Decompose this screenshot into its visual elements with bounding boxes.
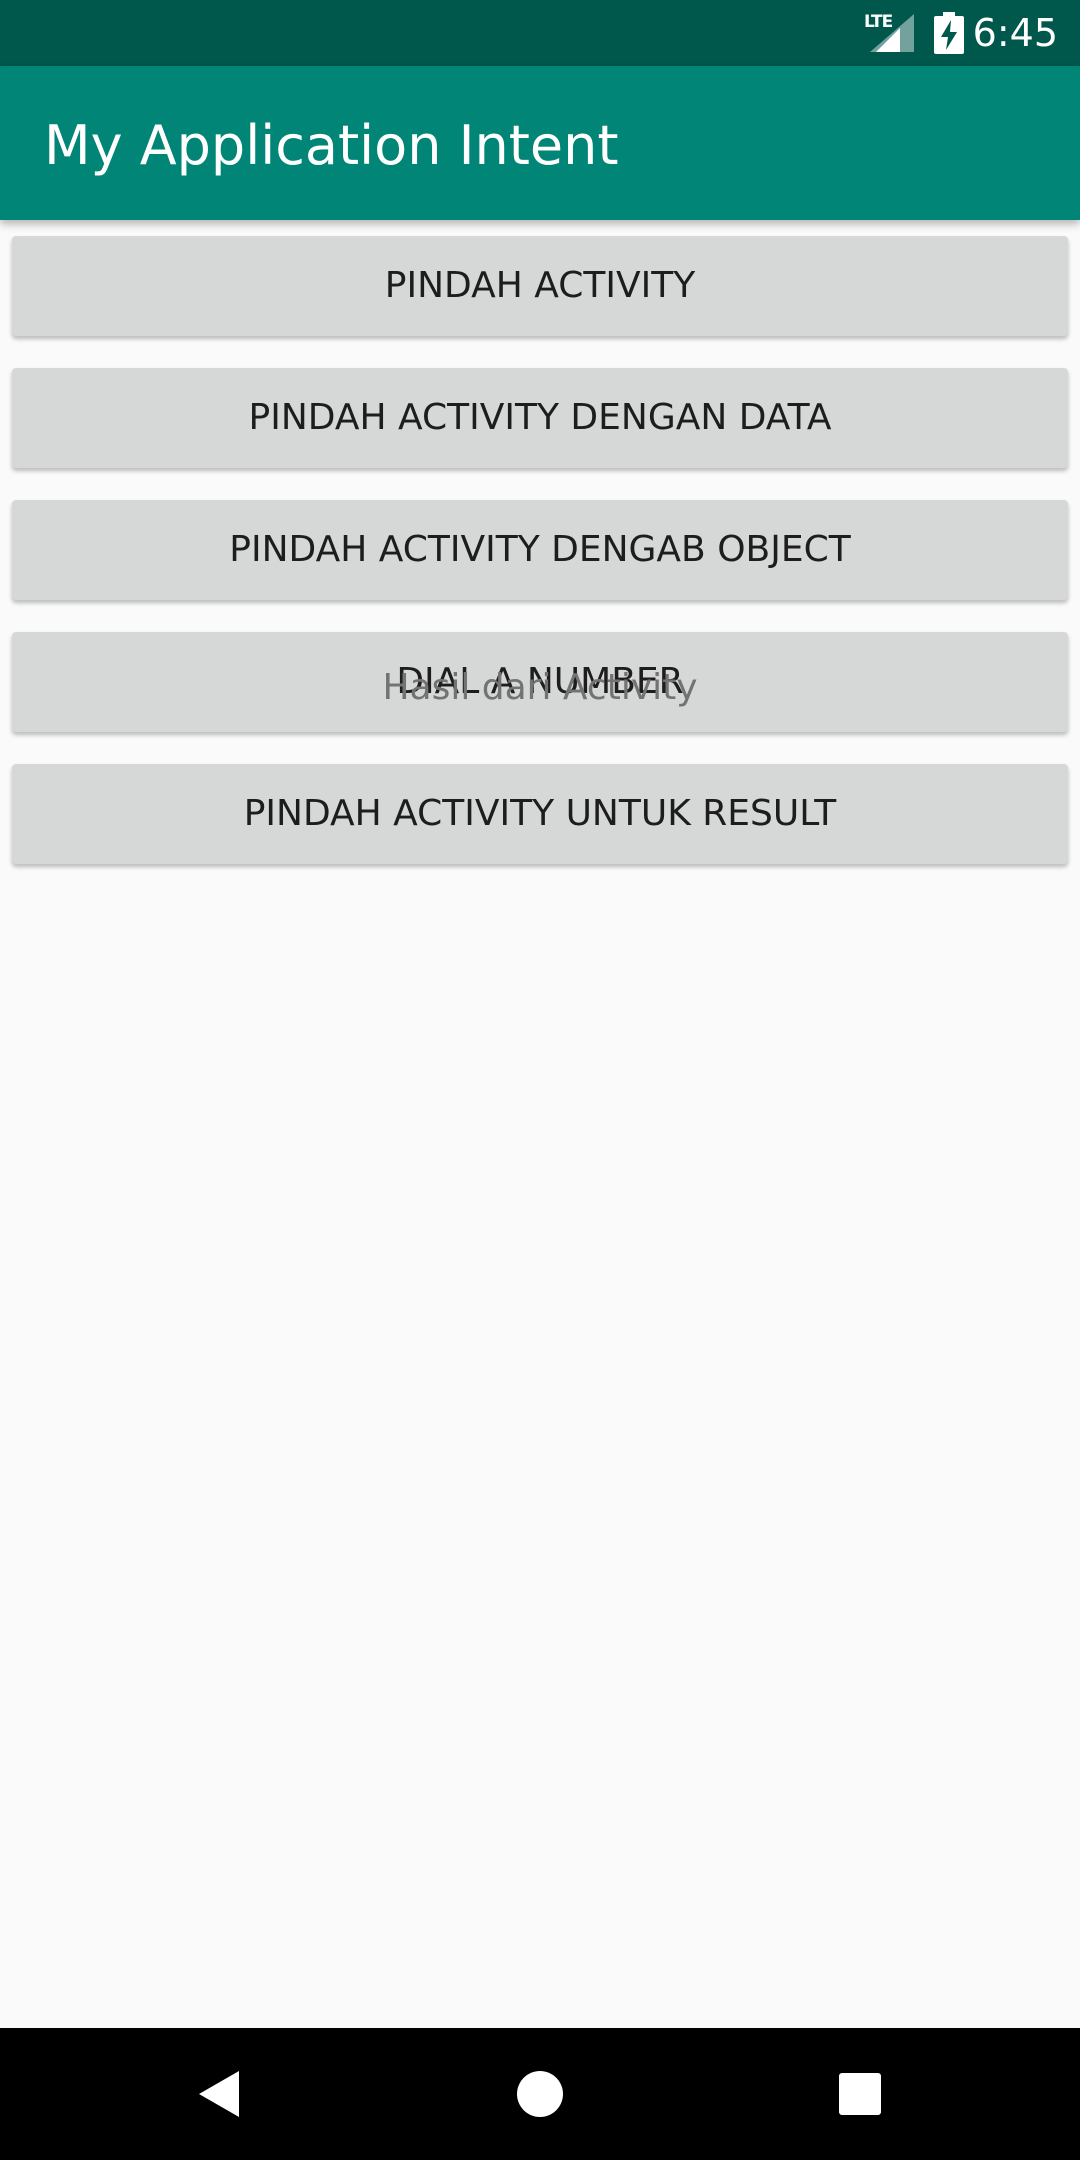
app-bar: My Application Intent	[0, 66, 1080, 220]
app-title: My Application Intent	[44, 114, 619, 177]
status-bar: LTE 6:45	[0, 0, 1080, 66]
home-button[interactable]	[460, 2028, 620, 2160]
home-icon	[517, 2071, 563, 2117]
battery-charging-icon	[934, 12, 964, 54]
screen: LTE 6:45 My Application Intent PINDAH AC…	[0, 0, 1080, 2160]
back-icon	[199, 2071, 239, 2117]
move-activity-for-result-button[interactable]: PINDAH ACTIVITY UNTUK RESULT	[12, 764, 1068, 864]
signal-icon	[870, 14, 914, 52]
back-button[interactable]	[140, 2028, 300, 2160]
recents-icon	[839, 2073, 881, 2115]
move-activity-with-object-button[interactable]: PINDAH ACTIVITY DENGAB OBJECT	[12, 500, 1068, 600]
move-activity-button[interactable]: PINDAH ACTIVITY	[12, 236, 1068, 336]
recents-button[interactable]	[780, 2028, 940, 2160]
result-text: Hasil dari Activity	[382, 667, 698, 708]
move-activity-with-data-button[interactable]: PINDAH ACTIVITY DENGAN DATA	[12, 368, 1068, 468]
navigation-bar	[0, 2028, 1080, 2160]
clock: 6:45	[972, 11, 1058, 55]
